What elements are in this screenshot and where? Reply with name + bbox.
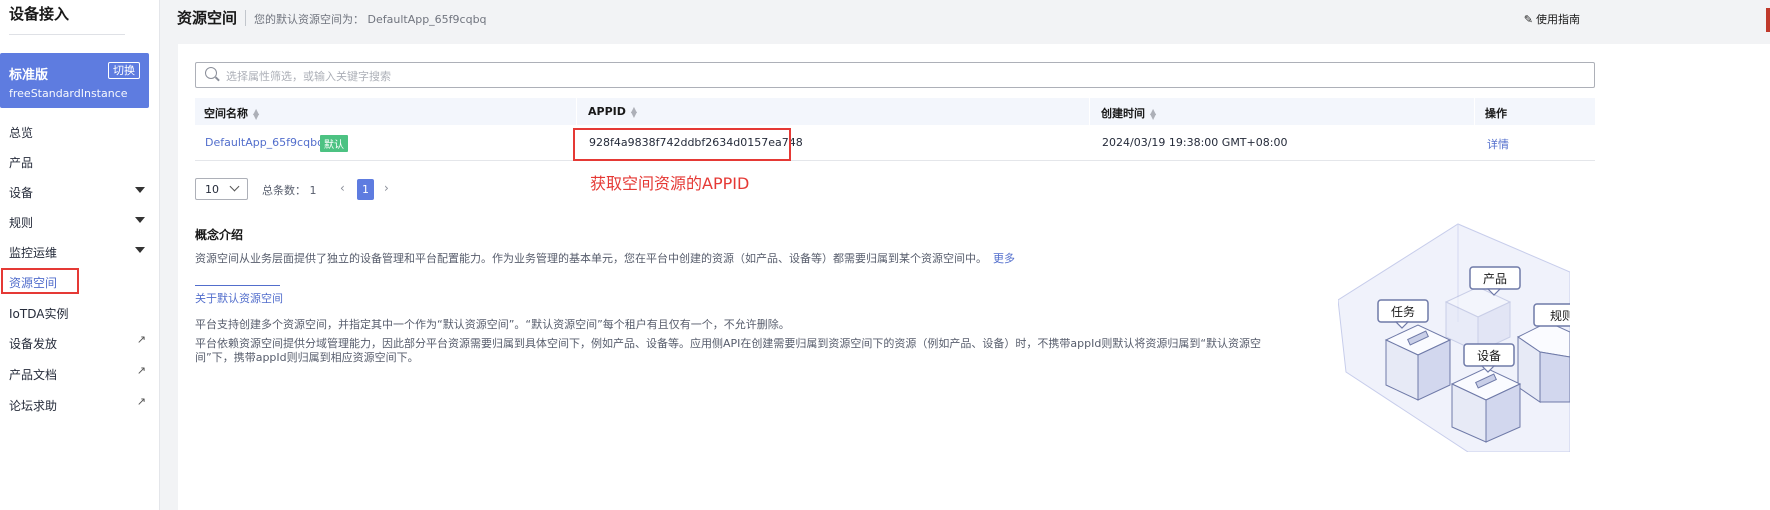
- column-header-appid[interactable]: APPID ▲ ▼: [588, 105, 637, 119]
- sidebar-item-forum[interactable]: 论坛求助 ↗: [0, 391, 149, 417]
- sidebar-item-monitoring[interactable]: 监控运维: [0, 238, 149, 264]
- column-label: APPID: [588, 105, 626, 118]
- sidebar-item-label: 总览: [9, 126, 34, 140]
- sort-icon[interactable]: ▲ ▼: [1150, 108, 1156, 121]
- caret-down-icon: [135, 217, 145, 223]
- space-name-link[interactable]: DefaultApp_65f9cqbq: [205, 136, 324, 149]
- sidebar-item-device-provisioning[interactable]: 设备发放 ↗: [0, 329, 149, 355]
- header-edge-marker: [1766, 8, 1770, 32]
- filter-search-box[interactable]: [195, 62, 1595, 88]
- sidebar-item-product-docs[interactable]: 产品文档 ↗: [0, 360, 149, 386]
- external-link-icon: ↗: [136, 364, 146, 377]
- column-header-space-name[interactable]: 空间名称 ▲ ▼: [204, 105, 259, 121]
- user-guide-link[interactable]: ✎ 使用指南: [1524, 11, 1580, 27]
- device-box: [1450, 367, 1522, 443]
- details-link[interactable]: 详情: [1487, 136, 1509, 152]
- tag-label: 任务: [1391, 304, 1415, 319]
- sidebar-item-label: 规则: [9, 216, 34, 230]
- page-header: 资源空间 您的默认资源空间为： DefaultApp_65f9cqbq ✎ 使用指…: [160, 0, 1770, 44]
- sidebar-item-rules[interactable]: 规则: [0, 208, 149, 234]
- tag-label: 产品: [1483, 272, 1507, 286]
- sidebar-item-iotda-instance[interactable]: IoTDA实例: [0, 299, 149, 325]
- edit-icon: ✎: [1523, 13, 1533, 26]
- external-link-icon: ↗: [136, 333, 146, 346]
- content-gutter: [160, 44, 178, 510]
- tag-rule: 规则: [1533, 303, 1570, 327]
- highlight-box-sidebar: [1, 268, 79, 294]
- highlight-box-appid: [573, 128, 791, 161]
- sidebar-item-overview[interactable]: 总览: [0, 118, 149, 144]
- sidebar-item-label: 监控运维: [9, 246, 58, 260]
- table-row: DefaultApp_65f9cqbq 默认 928f4a9838f742ddb…: [195, 125, 1595, 161]
- page-title: 资源空间: [177, 9, 238, 27]
- edition-card: 标准版 切换 freeStandardInstance: [0, 53, 149, 108]
- default-space-text: 您的默认资源空间为： DefaultApp_65f9cqbq: [254, 13, 487, 26]
- concept-paragraph-1: 平台支持创建多个资源空间，并指定其中一个作为“默认资源空间”。“默认资源空间”每…: [195, 318, 790, 331]
- sidebar-item-label: 产品文档: [9, 368, 58, 382]
- sort-icon[interactable]: ▲ ▼: [631, 106, 637, 119]
- column-header-actions: 操作: [1485, 107, 1507, 120]
- column-divider: [1089, 98, 1090, 125]
- column-divider: [1474, 98, 1475, 125]
- concept-description: 资源空间从业务层面提供了独立的设备管理和平台配置能力。作为业务管理的基本单元，您…: [195, 250, 1015, 266]
- column-label: 空间名称: [204, 107, 248, 120]
- next-page-button[interactable]: ›: [384, 181, 389, 195]
- sidebar-item-devices[interactable]: 设备: [0, 178, 149, 204]
- column-divider: [576, 98, 577, 125]
- switch-edition-button[interactable]: 切换: [108, 62, 140, 79]
- concept-title: 概念介绍: [195, 228, 244, 242]
- chevron-down-icon: [229, 181, 240, 192]
- sidebar-item-label: 论坛求助: [9, 399, 58, 413]
- table-header: 空间名称 ▲ ▼ APPID ▲ ▼ 创建时间 ▲ ▼ 操作: [195, 98, 1595, 125]
- page-size-select[interactable]: 10: [195, 178, 248, 200]
- search-icon: [205, 67, 217, 79]
- created-time-value: 2024/03/19 19:38:00 GMT+08:00: [1102, 136, 1288, 149]
- sidebar-item-label: IoTDA实例: [9, 307, 69, 321]
- annotation-text: 获取空间资源的APPID: [590, 174, 750, 193]
- sidebar-title: 设备接入: [9, 5, 70, 23]
- sort-icon[interactable]: ▲ ▼: [253, 108, 259, 121]
- resource-space-illustration: 产品 任务 规则 设备: [1338, 223, 1570, 452]
- column-label: 创建时间: [1101, 107, 1145, 120]
- tag-label: 设备: [1477, 349, 1501, 363]
- task-box: [1384, 324, 1452, 401]
- caret-down-icon: [135, 247, 145, 253]
- concept-description-text: 资源空间从业务层面提供了独立的设备管理和平台配置能力。作为业务管理的基本单元，您…: [195, 252, 987, 265]
- current-page-button[interactable]: 1: [357, 179, 374, 200]
- instance-name: freeStandardInstance: [9, 87, 128, 100]
- sidebar-item-label: 设备: [9, 186, 34, 200]
- rule-box: [1517, 321, 1570, 403]
- sidebar-item-label: 设备发放: [9, 337, 58, 351]
- sidebar: 设备接入 标准版 切换 freeStandardInstance 总览 产品 设…: [0, 0, 160, 510]
- sidebar-divider: [9, 34, 125, 35]
- caret-down-icon: [135, 187, 145, 193]
- default-badge: 默认: [320, 135, 348, 152]
- sidebar-item-products[interactable]: 产品: [0, 148, 149, 174]
- sidebar-item-label: 产品: [9, 156, 34, 170]
- user-guide-label: 使用指南: [1536, 13, 1580, 26]
- external-link-icon: ↗: [136, 395, 146, 408]
- more-link[interactable]: 更多: [993, 252, 1015, 265]
- edition-name: 标准版: [9, 68, 49, 83]
- tab-about-default-space[interactable]: 关于默认资源空间: [195, 290, 283, 306]
- concept-paragraph-2: 平台依赖资源空间提供分域管理能力，因此部分平台资源需要归属到具体空间下，例如产品…: [195, 337, 1262, 364]
- header-divider: [245, 10, 246, 26]
- tab-underline: [195, 285, 280, 286]
- page-size-value: 10: [205, 183, 219, 196]
- prev-page-button[interactable]: ‹: [340, 181, 345, 195]
- column-header-created-time[interactable]: 创建时间 ▲ ▼: [1101, 105, 1156, 121]
- total-count: 总条数： 1: [262, 184, 317, 197]
- search-input[interactable]: [224, 66, 1528, 86]
- tag-label: 规则: [1550, 308, 1570, 323]
